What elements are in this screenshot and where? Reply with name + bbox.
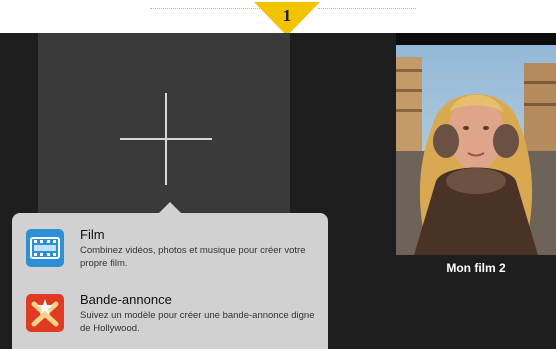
dotted-guide-right [318,8,416,9]
new-project-popover: Film Combinez vidéos, photos et musique … [12,202,328,349]
new-project-tile[interactable] [38,33,290,213]
menu-item-trailer[interactable]: Bande-annonce Suivez un modèle pour crée… [12,288,328,348]
plus-icon [120,93,212,185]
step-marker: 1 [254,2,320,36]
menu-item-film-title: Film [80,227,105,242]
woman-portrait-image [396,33,556,255]
menu-item-film-description: Combinez vidéos, photos et musique pour … [80,245,306,269]
step-number: 1 [282,6,292,25]
menu-item-trailer-description: Suivez un modèle pour créer une bande-an… [80,310,315,334]
dotted-guide-left [150,8,262,9]
project-thumbnail[interactable] [396,33,556,255]
popover-arrow [158,202,182,214]
clapperboard-star-icon [26,294,64,332]
project-title[interactable]: Mon film 2 [396,261,556,275]
menu-item-film[interactable]: Film Combinez vidéos, photos et musique … [12,223,328,283]
imovie-projects-view: Mon film 2 Film Combinez vidéos, photos … [0,33,556,349]
film-strip-icon [26,229,64,267]
menu-item-trailer-title: Bande-annonce [80,292,172,307]
